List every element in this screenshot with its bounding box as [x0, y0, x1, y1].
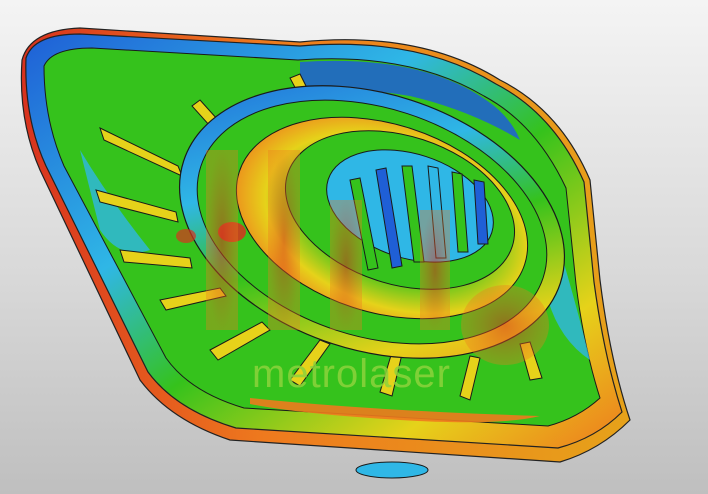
bottom-boss	[355, 461, 429, 479]
hotspot-red-2	[176, 229, 196, 243]
stress-contour-model[interactable]	[0, 0, 708, 494]
cae-viewport[interactable]: metrolaser	[0, 0, 708, 494]
